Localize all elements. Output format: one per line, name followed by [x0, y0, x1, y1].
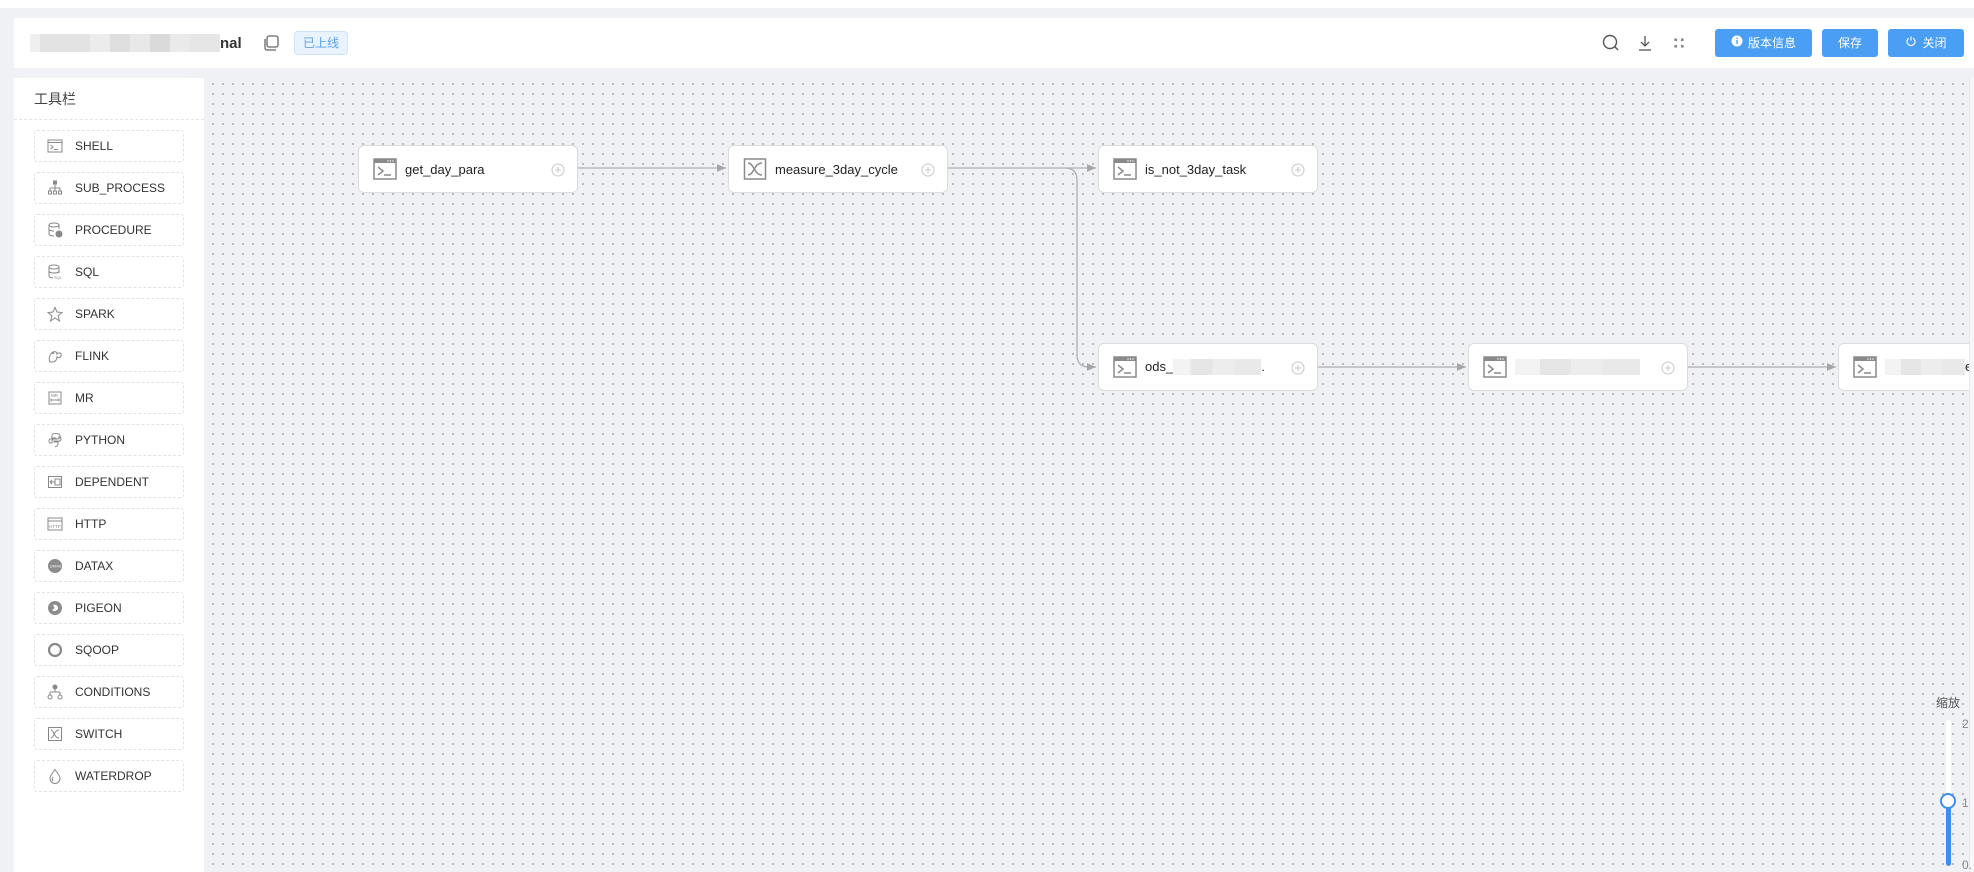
shell-icon	[373, 158, 397, 180]
node-label: ods_.	[1145, 359, 1265, 376]
redacted-text	[1515, 359, 1640, 376]
edges-layer	[578, 164, 1836, 371]
canvas-vertical-scrollbar[interactable]	[1969, 78, 1974, 872]
add-downstream-icon[interactable]	[1291, 361, 1305, 375]
node-label-prefix: ods_	[1145, 358, 1174, 374]
add-downstream-icon[interactable]	[1291, 163, 1305, 177]
redacted-text	[1885, 359, 1965, 376]
zoom-tick-min: 0.	[1962, 858, 1973, 872]
dag-node-ods[interactable]: ods_.	[1098, 343, 1318, 391]
node-label: e_	[1885, 359, 1974, 376]
zoom-tick-max: 2	[1962, 717, 1969, 731]
dag-node-6[interactable]: e_	[1838, 343, 1974, 391]
node-label-suffix: .	[1261, 358, 1265, 374]
shell-icon	[1853, 356, 1877, 378]
shell-icon	[1113, 158, 1137, 180]
node-label: get_day_para	[405, 161, 485, 177]
add-downstream-icon[interactable]	[921, 163, 935, 177]
zoom-tick-mid: 1	[1962, 796, 1969, 810]
dag-node-get-day-para[interactable]: get_day_para	[358, 145, 578, 193]
dag-node-measure-3day-cycle[interactable]: measure_3day_cycle	[728, 145, 948, 193]
redacted-text	[1173, 359, 1262, 376]
shell-icon	[1483, 356, 1507, 378]
add-downstream-icon[interactable]	[1661, 361, 1675, 375]
shell-icon	[1113, 356, 1137, 378]
switch-icon	[743, 158, 767, 180]
edge-measure-to-ods	[1064, 167, 1096, 371]
dag-node-5[interactable]	[1468, 343, 1688, 391]
node-label: measure_3day_cycle	[775, 161, 898, 177]
dag-node-is-not-3day-task[interactable]: is_not_3day_task	[1098, 145, 1318, 193]
add-downstream-icon[interactable]	[551, 163, 565, 177]
zoom-label: 缩放	[1936, 696, 1961, 710]
node-label: is_not_3day_task	[1145, 161, 1247, 177]
node-label	[1515, 359, 1640, 376]
zoom-slider-fill	[1946, 801, 1951, 866]
